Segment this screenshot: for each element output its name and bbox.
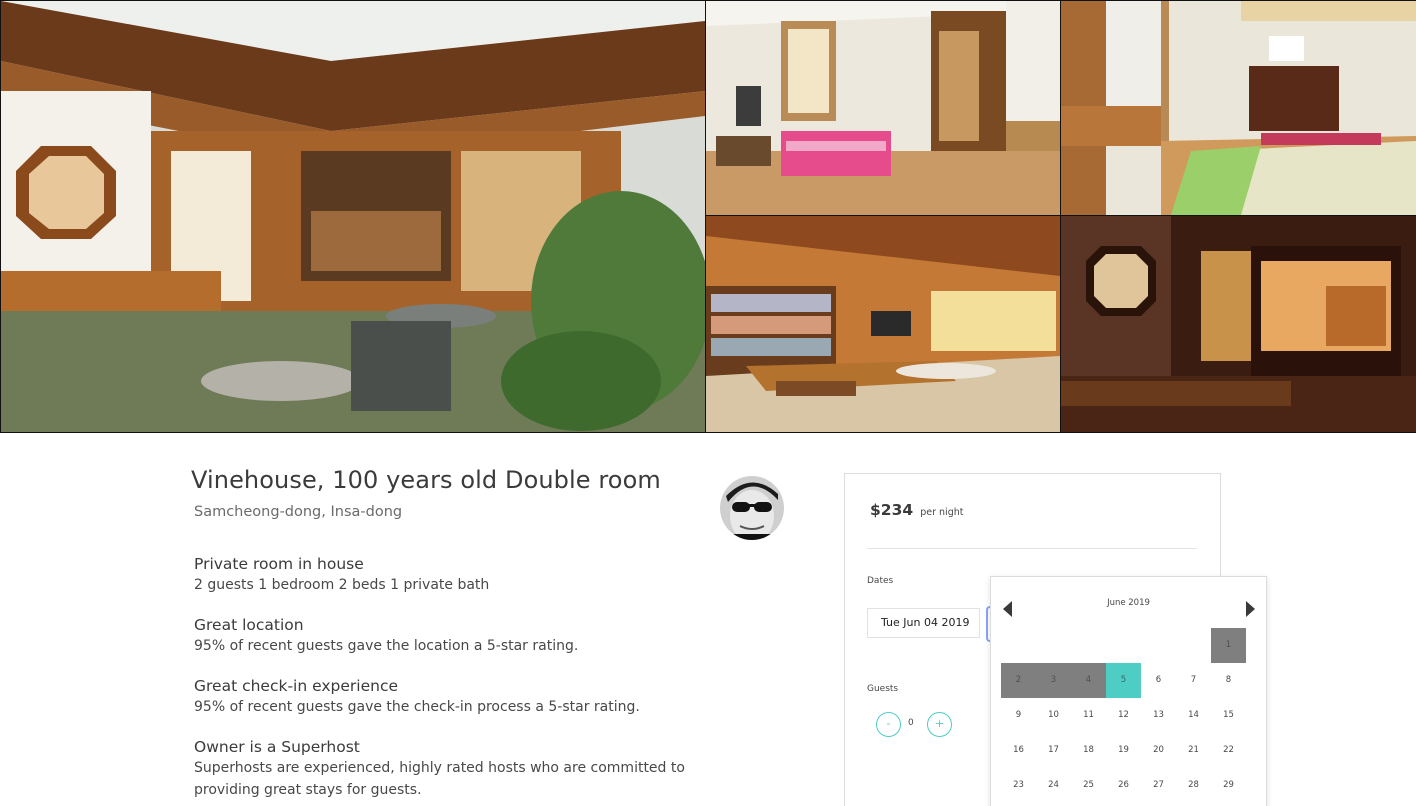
night-room-photo[interactable] — [1061, 216, 1416, 432]
guests-count: 0 — [908, 718, 914, 728]
feature-location: Great location 95% of recent guests gave… — [194, 615, 578, 657]
bedroom-photo[interactable] — [706, 1, 1060, 215]
guests-increment-button[interactable]: + — [927, 712, 952, 737]
calendar-day[interactable]: 29 — [1211, 768, 1246, 803]
calendar-day[interactable]: 5 — [1106, 663, 1141, 698]
feature-heading: Owner is a Superhost — [194, 738, 360, 756]
listing-title: Vinehouse, 100 years old Double room — [191, 466, 661, 494]
calendar-day: 1 — [1211, 628, 1246, 663]
host-avatar[interactable] — [720, 476, 784, 540]
courtyard-photo[interactable] — [1, 1, 705, 432]
divider — [867, 548, 1197, 549]
feature-check-in: Great check-in experience 95% of recent … — [194, 676, 640, 718]
calendar-day[interactable]: 16 — [1001, 733, 1036, 768]
per-night-label: per night — [920, 507, 964, 518]
listing-location[interactable]: Samcheong-dong, Insa-dong — [194, 504, 402, 520]
calendar-day[interactable]: 24 — [1036, 768, 1071, 803]
calendar-month-label: June 2019 — [1107, 598, 1150, 608]
calendar-day[interactable]: 8 — [1211, 663, 1246, 698]
feature-detail: Superhosts are experienced, highly rated… — [194, 760, 685, 776]
calendar-day[interactable]: 28 — [1176, 768, 1211, 803]
feature-heading: Great check-in experience — [194, 677, 399, 695]
calendar-day: 4 — [1071, 663, 1106, 698]
calendar-day[interactable]: 25 — [1071, 768, 1106, 803]
calendar-day[interactable]: 12 — [1106, 698, 1141, 733]
calendar-day[interactable]: 19 — [1106, 733, 1141, 768]
calendar-day[interactable]: 15 — [1211, 698, 1246, 733]
feature-superhost: Owner is a Superhost Superhosts are expe… — [194, 737, 685, 801]
calendar-day[interactable]: 20 — [1141, 733, 1176, 768]
feature-heading: Great location — [194, 616, 304, 634]
calendar-day: 3 — [1036, 663, 1071, 698]
nightly-price: $234 — [870, 501, 914, 519]
calendar-day[interactable]: 11 — [1071, 698, 1106, 733]
calendar-day[interactable]: 6 — [1141, 663, 1176, 698]
feature-detail-continued: providing great stays for guests. — [194, 782, 422, 798]
calendar-day[interactable]: 13 — [1141, 698, 1176, 733]
feature-detail: 95% of recent guests gave the check-in p… — [194, 699, 640, 715]
price-display: $234 per night — [870, 500, 963, 519]
guests-decrement-button[interactable]: - — [876, 712, 901, 737]
feature-detail: 95% of recent guests gave the location a… — [194, 638, 579, 654]
feature-heading: Private room in house — [194, 555, 364, 573]
calendar-day[interactable]: 22 — [1211, 733, 1246, 768]
library-room-photo[interactable] — [706, 216, 1060, 432]
dates-label: Dates — [867, 576, 894, 586]
feature-room-type: Private room in house 2 guests 1 bedroom… — [194, 554, 489, 596]
caret-right-icon[interactable] — [1246, 601, 1255, 617]
calendar-day[interactable]: 7 — [1176, 663, 1211, 698]
calendar-day[interactable]: 17 — [1036, 733, 1071, 768]
calendar-day[interactable]: 23 — [1001, 768, 1036, 803]
date-picker-calendar: June 2019 1 2 3 4 5 6 7 8 9 10 11 12 13 14 15 16 17 18 19 2… — [990, 576, 1267, 806]
feature-detail: 2 guests 1 bedroom 2 beds 1 private bath — [194, 577, 490, 593]
photo-gallery — [0, 0, 1416, 433]
calendar-day[interactable]: 21 — [1176, 733, 1211, 768]
room-with-bedding-photo[interactable] — [1061, 1, 1416, 215]
calendar-day[interactable]: 27 — [1141, 768, 1176, 803]
check-in-input[interactable]: Tue Jun 04 2019 — [867, 608, 980, 638]
calendar-day[interactable]: 9 — [1001, 698, 1036, 733]
guests-label: Guests — [867, 684, 899, 694]
calendar-day: 2 — [1001, 663, 1036, 698]
calendar-day[interactable]: 18 — [1071, 733, 1106, 768]
calendar-day[interactable]: 26 — [1106, 768, 1141, 803]
calendar-day-grid: 1 2 3 4 5 6 7 8 9 10 11 12 13 14 15 16 17 18 19 20 21 22 23 24 2… — [1001, 628, 1246, 806]
calendar-day[interactable]: 10 — [1036, 698, 1071, 733]
calendar-day[interactable]: 14 — [1176, 698, 1211, 733]
